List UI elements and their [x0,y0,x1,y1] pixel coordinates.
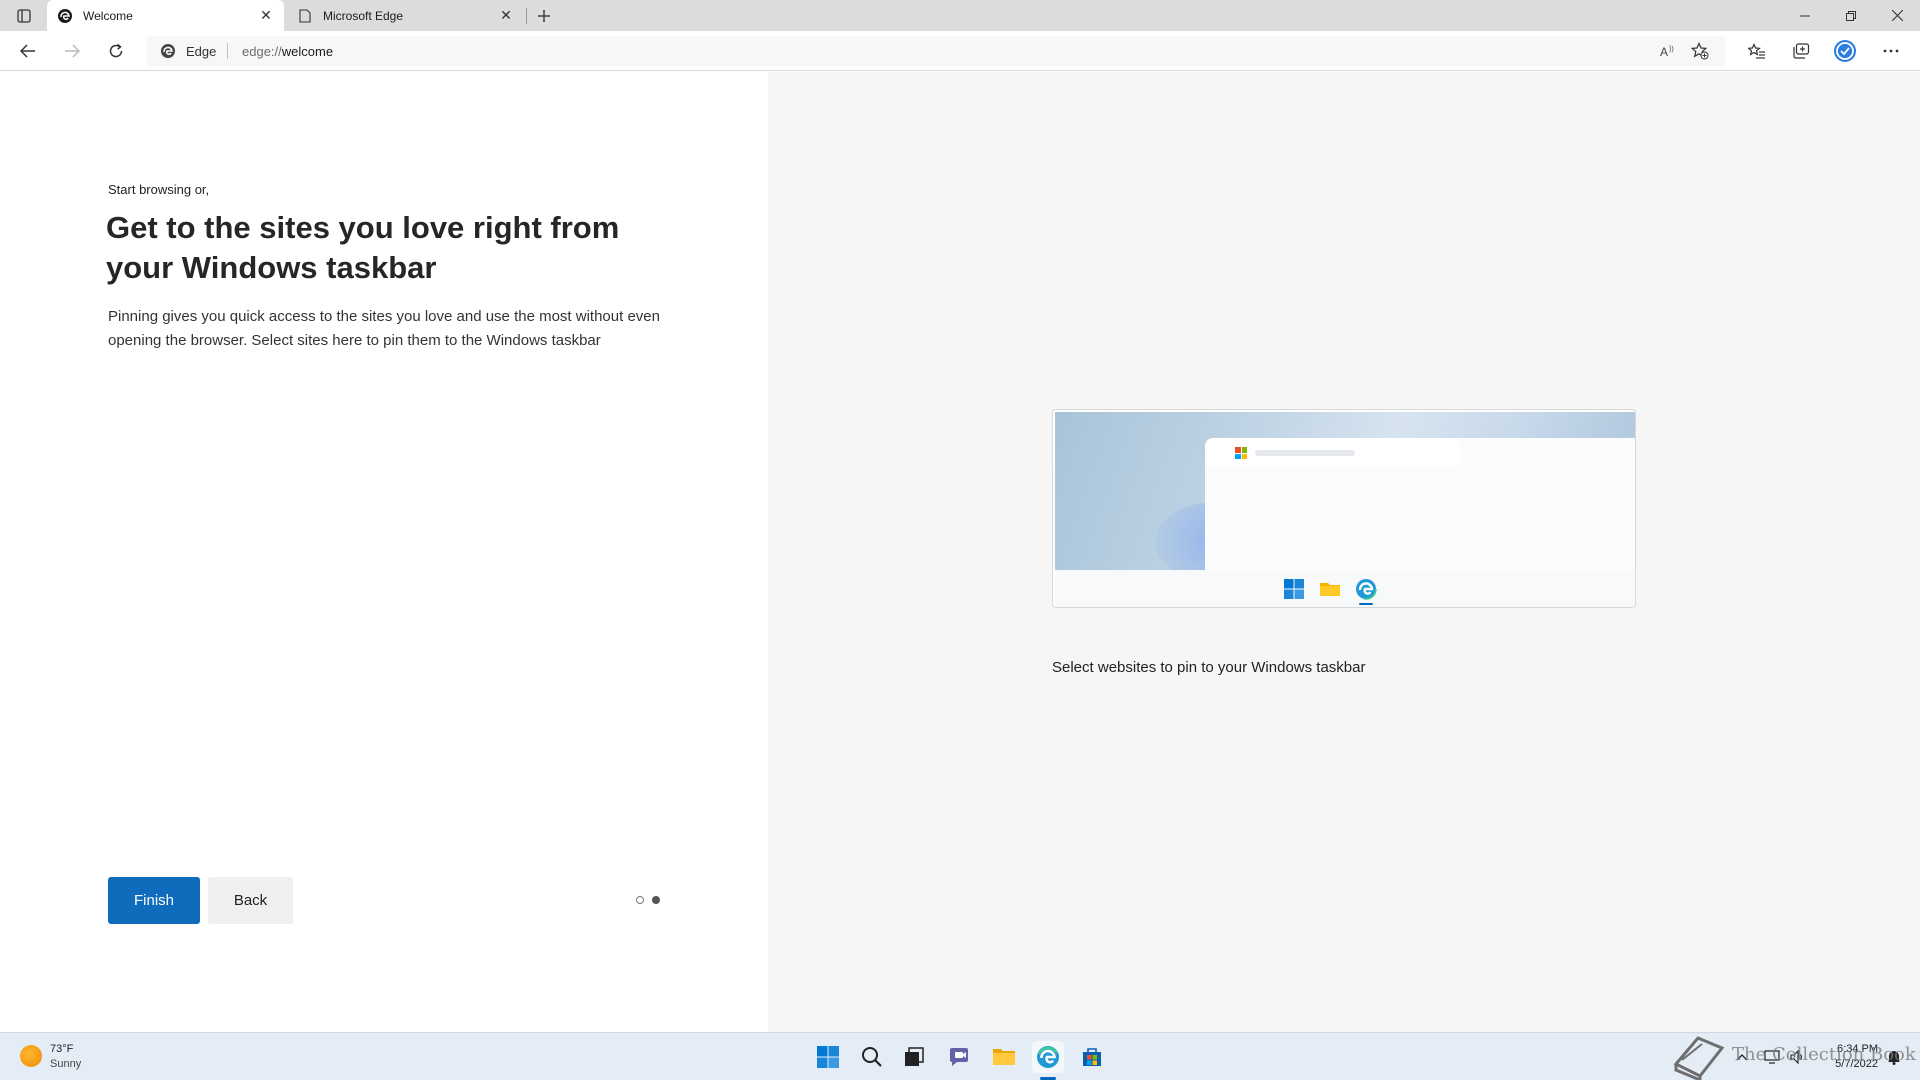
tab-title: Welcome [83,8,133,23]
task-view-icon[interactable] [898,1041,930,1073]
forward-arrow-icon[interactable] [57,37,87,65]
restore-icon[interactable] [1828,0,1874,31]
more-options-icon[interactable] [1876,37,1906,65]
collections-icon[interactable] [1786,37,1816,65]
tab-strip: Welcome ✕ Microsoft Edge ✕ [0,0,1920,31]
windows-taskbar: 73°F Sunny 6:34 PM 5/7/2022 [0,1032,1920,1080]
windows-start-icon [1283,578,1305,600]
pagination-dot-2[interactable] [652,896,660,904]
search-icon[interactable] [856,1041,888,1073]
windows-start-icon[interactable] [812,1041,844,1073]
svg-text:)): )) [1669,46,1674,53]
watermark-text: The Collection Book [1732,1044,1916,1065]
close-window-icon[interactable] [1874,0,1920,31]
file-explorer-icon [1319,578,1341,600]
url-scheme: edge:// [242,44,282,59]
address-url[interactable]: edge://welcome [242,44,333,59]
tab-title: Microsoft Edge [323,8,404,23]
illustration-tab [1205,438,1459,466]
favorites-icon[interactable] [1742,37,1772,65]
back-button[interactable]: Back [208,877,293,924]
tab-divider [526,8,527,24]
illustration-tab-placeholder [1255,450,1355,456]
edge-taskbar-icon[interactable] [1032,1041,1064,1073]
eyebrow-text: Start browsing or, [108,182,210,197]
browser-toolbar: Edge edge://welcome A)) [0,31,1920,71]
profile-avatar-icon[interactable] [1830,37,1860,65]
close-tab-icon[interactable]: ✕ [496,6,516,26]
teams-chat-icon[interactable] [944,1041,976,1073]
read-aloud-icon[interactable]: A)) [1654,38,1682,64]
illustration-browser-window [1205,438,1635,578]
close-tab-icon[interactable]: ✕ [256,6,276,26]
file-explorer-icon[interactable] [988,1041,1020,1073]
url-path: welcome [281,44,334,59]
weather-temperature[interactable]: 73°F [50,1043,73,1055]
illustration-active-indicator [1359,603,1373,605]
welcome-left-pane: Start browsing or, Get to the sites you … [0,72,768,1032]
microsoft-store-icon[interactable] [1076,1041,1108,1073]
new-tab-icon[interactable] [530,4,558,28]
back-arrow-icon[interactable] [13,37,43,65]
minimize-icon[interactable] [1782,0,1828,31]
tab-microsoft-edge[interactable]: Microsoft Edge ✕ [287,0,524,31]
microsoft-logo-icon [1235,447,1247,459]
edge-icon [160,43,176,59]
taskbar-illustration [1052,409,1636,608]
address-bar[interactable]: Edge edge://welcome A)) [146,36,1726,66]
illustration-caption: Select websites to pin to your Windows t… [1052,659,1366,676]
page-description: Pinning gives you quick access to the si… [108,308,660,349]
svg-text:A: A [1660,45,1668,58]
add-favorite-icon[interactable] [1686,38,1714,64]
page-icon [297,8,313,24]
pagination-dot-1[interactable] [636,896,644,904]
illustration-taskbar [1055,570,1635,607]
address-divider [227,43,228,59]
tab-welcome[interactable]: Welcome ✕ [47,0,284,31]
edge-icon [1355,578,1377,600]
weather-condition[interactable]: Sunny [50,1058,81,1070]
sun-icon[interactable] [20,1045,42,1067]
site-label: Edge [186,44,217,59]
refresh-icon[interactable] [101,37,131,65]
edge-icon [57,8,73,24]
tab-actions-icon[interactable] [10,5,38,27]
page-title: Get to the sites you love right from you… [106,210,620,285]
finish-button[interactable]: Finish [108,877,200,924]
